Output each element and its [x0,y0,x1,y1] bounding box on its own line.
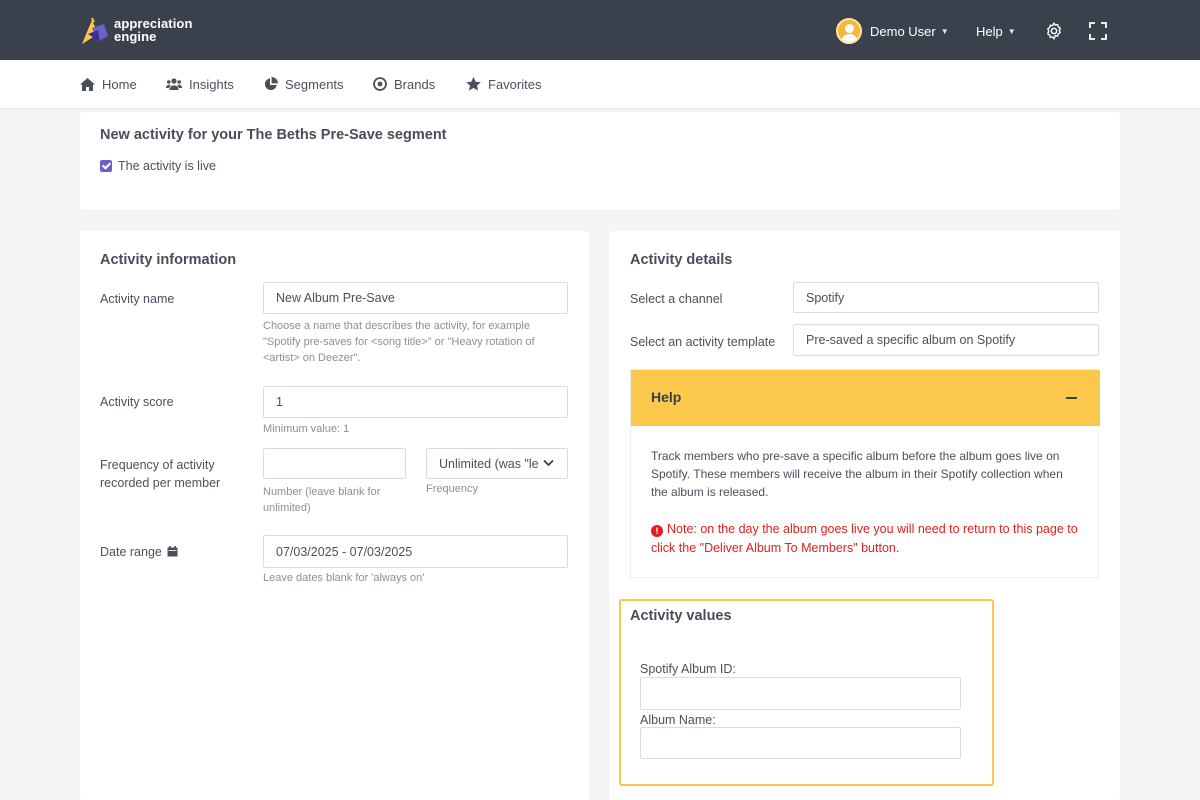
nav-item-home[interactable]: Home [80,76,137,92]
logo-line-2: engine [114,29,157,44]
activity-score-input[interactable]: 1 [263,386,568,418]
user-name: Demo User [870,23,936,39]
help-menu[interactable]: Help ▼ [976,18,1016,44]
app-logo[interactable]: appreciation engine [80,16,220,48]
help-panel-note: ! Note: on the day the album goes live yo… [651,520,1081,558]
nav-item-brands[interactable]: Brands [373,76,435,92]
template-label: Select an activity template [630,335,776,349]
album-id-input[interactable] [640,677,961,710]
logo-mark-icon [82,17,108,44]
frequency-number-input[interactable] [263,448,406,479]
home-icon [80,77,95,91]
activity-name-hint: Choose a name that describes the activit… [263,320,535,364]
user-menu[interactable]: Demo User ▼ [836,18,949,44]
main-nav: Home Insights Segments Brands Favorites [0,60,1200,108]
nav-item-label: Home [102,76,137,92]
nav-item-label: Insights [189,76,234,92]
collapse-icon[interactable] [1066,397,1077,399]
frequency-label: Frequency of activity recorded per membe… [100,458,221,490]
fullscreen-icon[interactable] [1089,22,1107,40]
activity-details-heading: Activity details [630,252,733,268]
nav-item-insights[interactable]: Insights [166,76,234,92]
star-icon [466,77,481,91]
target-icon [373,77,387,91]
nav-item-favorites[interactable]: Favorites [466,76,541,92]
help-panel-title: Help [651,389,682,405]
activity-name-label: Activity name [100,292,175,306]
help-panel-text: Track members who pre-save a specific al… [651,449,1063,499]
template-select[interactable]: Pre-saved a specific album on Spotify [793,324,1099,356]
chevron-down-icon: ▼ [1007,26,1016,36]
help-panel-note-text: Note: on the day the album goes live you… [651,522,1078,555]
user-avatar [836,18,862,44]
activity-values-heading: Activity values [630,608,732,624]
page-title: New activity for your The Beths Pre-Save… [100,127,447,143]
frequency-number-hint: Number (leave blank for unlimited) [263,486,381,514]
activity-score-hint: Minimum value: 1 [263,423,350,435]
frequency-select-value: Unlimited (was "le [439,456,539,471]
top-bar: appreciation engine Demo User ▼ Help ▼ [0,0,1200,60]
nav-item-segments[interactable]: Segments [264,76,344,92]
album-id-label: Spotify Album ID: [640,662,736,676]
activity-score-label: Activity score [100,395,174,409]
live-checkbox[interactable] [100,160,112,172]
gear-icon[interactable] [1044,21,1064,41]
date-range-input[interactable]: 07/03/2025 - 07/03/2025 [263,535,568,568]
date-range-label-text: Date range [100,545,162,559]
help-menu-label: Help [976,23,1003,39]
activity-information-heading: Activity information [100,252,237,268]
channel-label: Select a channel [630,292,723,306]
nav-item-label: Favorites [488,76,542,92]
date-range-hint: Leave dates blank for 'always on' [263,572,425,584]
activity-name-input[interactable]: New Album Pre-Save [263,282,568,314]
channel-select[interactable]: Spotify [793,282,1099,313]
pie-chart-icon [264,77,278,91]
live-checkbox-label[interactable]: The activity is live [118,159,216,173]
users-icon [166,78,182,90]
calendar-icon [167,546,178,557]
nav-item-label: Segments [285,76,344,92]
help-panel: Help Track members who pre-save a specif… [630,369,1100,578]
album-name-input[interactable] [640,727,961,759]
exclamation-circle-icon: ! [651,525,663,537]
frequency-select-hint: Frequency [426,483,478,495]
chevron-down-icon: ▼ [940,26,949,36]
date-range-label: Date range [100,543,178,561]
chevron-down-icon [543,459,554,467]
nav-item-label: Brands [394,76,436,92]
help-panel-header[interactable]: Help [631,370,1100,426]
